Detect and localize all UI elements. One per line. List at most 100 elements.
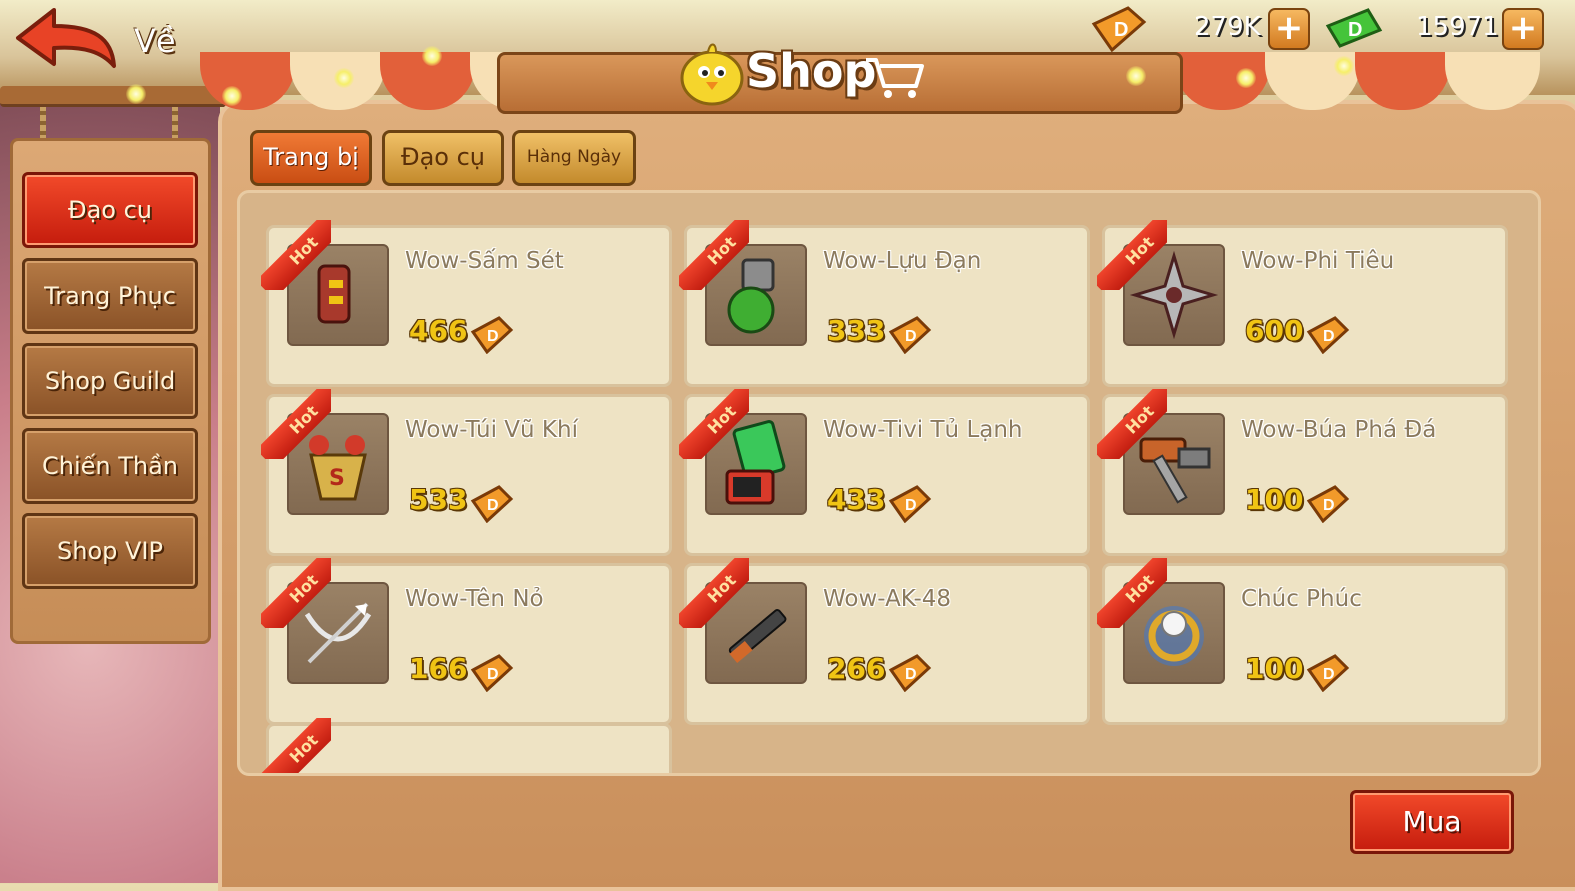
- price-currency-icon: D: [469, 483, 515, 527]
- gold-ticket-icon: D: [1306, 316, 1350, 355]
- item-price: 333: [827, 314, 886, 347]
- gold-ticket-icon: D: [470, 485, 514, 524]
- svg-text:D: D: [1323, 328, 1335, 345]
- string-light: [422, 46, 442, 66]
- svg-text:D: D: [1348, 19, 1362, 41]
- gold-ticket-icon: D: [888, 485, 932, 524]
- price-currency-icon: D: [1305, 652, 1351, 696]
- item-name: Wow-Túi Vũ Khí: [405, 417, 578, 443]
- string-light: [334, 68, 354, 88]
- sidebar-item-shop-guild[interactable]: Shop Guild: [22, 343, 198, 419]
- item-card[interactable]: S Hot Wow-Túi Vũ Khí 533 D: [261, 389, 672, 556]
- svg-text:D: D: [905, 497, 917, 514]
- hot-ribbon: Hot: [679, 389, 749, 459]
- item-card[interactable]: Hot Chúc Phúc 100 D: [1097, 558, 1508, 725]
- price-currency-icon: D: [887, 314, 933, 358]
- item-card[interactable]: Hot Wow-Búa Phá Đá 100 D: [1097, 389, 1508, 556]
- item-grid: Hot Wow-Sấm Sét 466 D Hot Wow-Lựu Đạn 333 D Hot W…: [237, 190, 1541, 776]
- item-card[interactable]: Hot Wow-Phi Tiêu 600 D: [1097, 220, 1508, 387]
- string-light: [126, 84, 146, 104]
- hot-ribbon: Hot: [1097, 220, 1167, 290]
- tab-hang-ngay[interactable]: Hàng Ngày: [512, 130, 636, 186]
- item-name: Wow-Sấm Sét: [405, 248, 564, 274]
- wood-beam: [0, 86, 230, 107]
- item-price: 600: [1245, 314, 1304, 347]
- sidebar-item-dao-cu[interactable]: Đạo cụ: [22, 172, 198, 248]
- item-price: 466: [409, 314, 468, 347]
- gold-amount: 279K: [1194, 12, 1261, 42]
- item-price: 166: [409, 652, 468, 685]
- gold-ticket-icon: D: [470, 654, 514, 693]
- hot-ribbon: Hot: [261, 389, 331, 459]
- price-currency-icon: D: [1305, 483, 1351, 527]
- hot-ribbon: Hot: [679, 220, 749, 290]
- gold-ticket-icon: D: [888, 316, 932, 355]
- item-card-partial[interactable]: Hot: [261, 718, 672, 773]
- item-name: Wow-AK-48: [823, 586, 952, 612]
- gold-ticket-icon: D: [1306, 654, 1350, 693]
- item-name: Wow-Búa Phá Đá: [1241, 417, 1437, 443]
- gold-ticket-icon: D: [1306, 485, 1350, 524]
- item-price: 100: [1245, 652, 1304, 685]
- gold-currency: D 279K +: [1088, 4, 1310, 53]
- price-currency-icon: D: [887, 483, 933, 527]
- sidebar-item-shop-vip[interactable]: Shop VIP: [22, 513, 198, 589]
- chick-mascot-icon: [680, 43, 744, 106]
- price-currency-icon: D: [887, 652, 933, 696]
- item-name: Wow-Lựu Đạn: [823, 248, 982, 274]
- item-card[interactable]: Hot Wow-Sấm Sét 466 D: [261, 220, 672, 387]
- back-arrow-icon: [16, 8, 116, 68]
- sidebar-item-chien-than[interactable]: Chiến Thần: [22, 428, 198, 504]
- item-price: 533: [409, 483, 468, 516]
- svg-text:D: D: [905, 666, 917, 683]
- string-light: [222, 86, 242, 106]
- buy-button[interactable]: Mua: [1350, 790, 1514, 854]
- svg-text:D: D: [1323, 497, 1335, 514]
- cash-currency: D 15971 +: [1324, 4, 1564, 50]
- price-currency-icon: D: [1305, 314, 1351, 358]
- string-light: [1334, 56, 1354, 76]
- item-price: 433: [827, 483, 886, 516]
- hot-ribbon: Hot: [261, 220, 331, 290]
- sidebar-item-trang-phuc[interactable]: Trang Phục: [22, 258, 198, 334]
- back-label: Về: [134, 22, 176, 60]
- price-currency-icon: D: [469, 314, 515, 358]
- svg-text:D: D: [487, 328, 499, 345]
- hot-ribbon: Hot: [261, 558, 331, 628]
- hot-ribbon: Hot: [1097, 558, 1167, 628]
- svg-text:D: D: [905, 328, 917, 345]
- item-price: 266: [827, 652, 886, 685]
- item-name: Wow-Phi Tiêu: [1241, 248, 1395, 274]
- svg-text:D: D: [487, 666, 499, 683]
- price-currency-icon: D: [469, 652, 515, 696]
- hot-ribbon: Hot: [679, 558, 749, 628]
- item-price: 100: [1245, 483, 1304, 516]
- add-gold-button[interactable]: +: [1268, 8, 1310, 50]
- cash-note-icon: D: [1325, 8, 1383, 48]
- item-card[interactable]: Hot Wow-AK-48 266 D: [679, 558, 1090, 725]
- gold-ticket-icon: D: [888, 654, 932, 693]
- svg-text:D: D: [1114, 19, 1128, 41]
- shop-title: Shop: [746, 44, 877, 98]
- string-light: [1236, 68, 1256, 88]
- item-card[interactable]: Hot Wow-Lựu Đạn 333 D: [679, 220, 1090, 387]
- gold-ticket-icon: D: [1091, 6, 1147, 53]
- hot-ribbon: Hot: [1097, 389, 1167, 459]
- cart-icon: [866, 58, 924, 98]
- svg-text:D: D: [487, 497, 499, 514]
- item-card[interactable]: Hot Wow-Tivi Tủ Lạnh 433 D: [679, 389, 1090, 556]
- item-card[interactable]: Hot Wow-Tên Nỏ 166 D: [261, 558, 672, 725]
- tab-trang-bi[interactable]: Trang bị: [250, 130, 372, 186]
- cash-amount: 15971: [1416, 12, 1499, 42]
- item-name: Chúc Phúc: [1241, 586, 1362, 612]
- item-name: Wow-Tivi Tủ Lạnh: [823, 417, 1023, 443]
- svg-text:D: D: [1323, 666, 1335, 683]
- add-cash-button[interactable]: +: [1502, 8, 1544, 50]
- tab-dao-cu[interactable]: Đạo cụ: [382, 130, 504, 186]
- hot-ribbon: Hot: [261, 718, 331, 773]
- svg-text:S: S: [329, 466, 345, 491]
- string-light: [1126, 66, 1146, 86]
- item-name: Wow-Tên Nỏ: [405, 586, 544, 612]
- back-button[interactable]: Về: [14, 6, 176, 70]
- gold-ticket-icon: D: [470, 316, 514, 355]
